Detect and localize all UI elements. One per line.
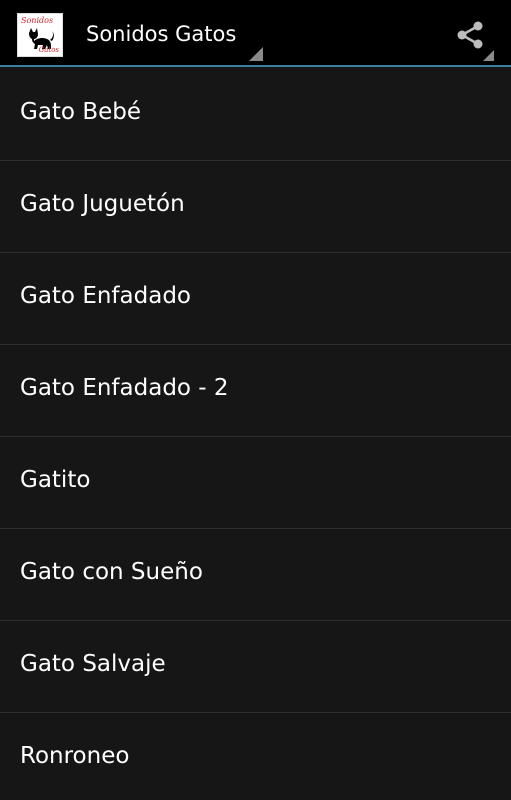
list-item-label: Gato Juguetón — [20, 191, 185, 217]
list-item[interactable]: Gato Bebé — [0, 69, 511, 161]
list-item-label: Gato Bebé — [20, 99, 141, 125]
list-item[interactable]: Gato con Sueño — [0, 529, 511, 621]
list-item[interactable]: Ronroneo — [0, 713, 511, 800]
list-item-label: Gato con Sueño — [20, 559, 203, 585]
spinner-indicator-icon — [249, 47, 263, 61]
list-item-label: Gato Enfadado — [20, 283, 191, 309]
sound-list: Gato Bebé Gato Juguetón Gato Enfadado Ga… — [0, 69, 511, 800]
overflow-indicator-icon — [483, 50, 494, 61]
list-item-label: Gatito — [20, 467, 91, 493]
share-button[interactable] — [440, 0, 500, 66]
list-item-label: Gato Enfadado - 2 — [20, 375, 229, 401]
logo-text-bottom: Gatos — [38, 46, 59, 54]
logo-text-top: Sonidos — [21, 16, 54, 25]
list-item-label: Ronroneo — [20, 743, 130, 769]
list-item[interactable]: Gato Enfadado - 2 — [0, 345, 511, 437]
app-screen: Sonidos Gatos Sonidos Gatos Gato Bebé Ga… — [0, 0, 511, 800]
app-logo[interactable]: Sonidos Gatos — [17, 13, 63, 57]
list-item[interactable]: Gato Salvaje — [0, 621, 511, 713]
list-item[interactable]: Gato Enfadado — [0, 253, 511, 345]
share-icon — [457, 21, 483, 49]
action-bar: Sonidos Gatos Sonidos Gatos — [0, 0, 511, 67]
app-title: Sonidos Gatos — [86, 22, 237, 46]
list-item-label: Gato Salvaje — [20, 651, 166, 677]
title-spinner[interactable]: Sonidos Gatos — [70, 0, 266, 66]
list-item[interactable]: Gato Juguetón — [0, 161, 511, 253]
list-item[interactable]: Gatito — [0, 437, 511, 529]
